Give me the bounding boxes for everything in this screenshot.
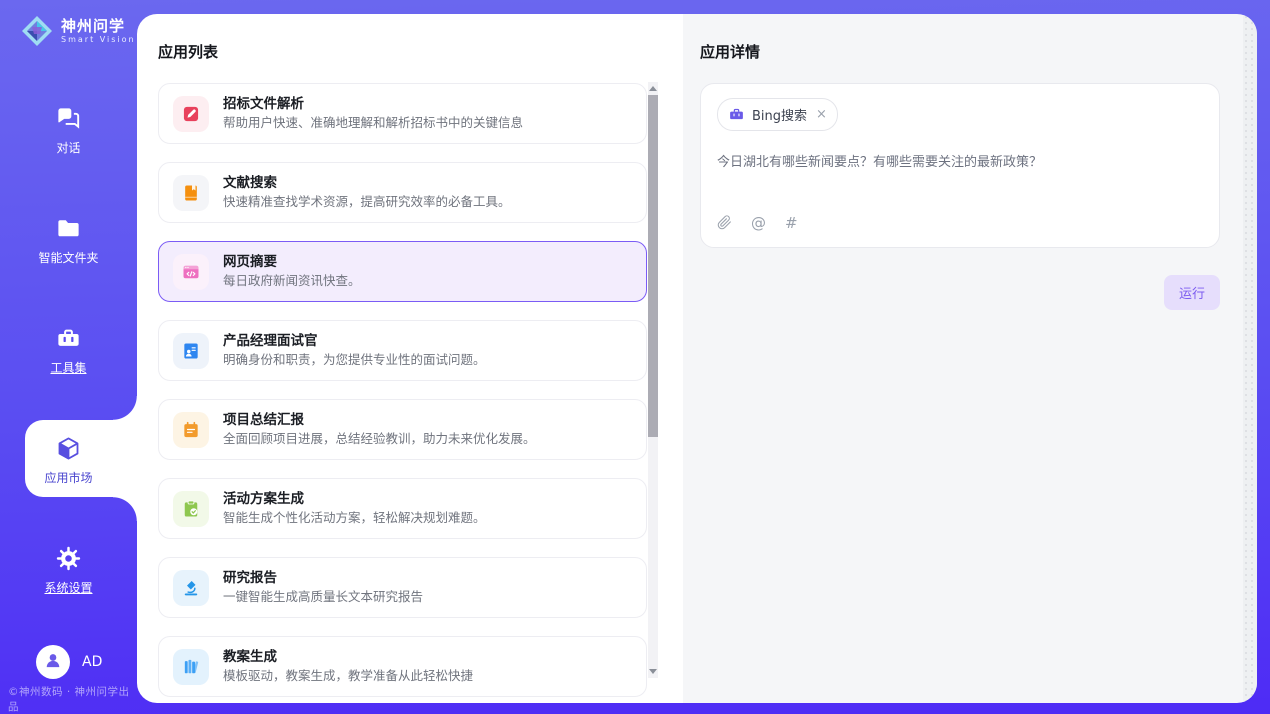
prompt-input[interactable]: 今日湖北有哪些新闻要点？有哪些需要关注的最新政策？: [717, 153, 1203, 205]
app-card-title: 招标文件解析: [223, 95, 523, 115]
scrollbar-thumb[interactable]: [648, 95, 658, 437]
app-card-desc: 帮助用户快速、准确地理解和解析招标书中的关键信息: [223, 114, 523, 132]
run-row: 运行: [700, 275, 1220, 310]
brand-tagline: Smart Vision: [61, 35, 136, 44]
app-card-2[interactable]: 文献搜索快速精准查找学术资源，提高研究效率的必备工具。: [158, 162, 647, 223]
gem-logo-icon: [20, 14, 54, 48]
chat-icon: [55, 105, 82, 132]
app-card-desc: 模板驱动，教案生成，教学准备从此轻松快捷: [223, 667, 473, 685]
app-card-desc: 智能生成个性化活动方案，轻松解决规划难题。: [223, 509, 486, 527]
gear-icon: [55, 545, 82, 572]
app-card-title: 研究报告: [223, 569, 423, 589]
scrollbar[interactable]: [648, 82, 658, 678]
app-list-panel: 应用列表 招标文件解析帮助用户快速、准确地理解和解析招标书中的关键信息文献搜索快…: [137, 14, 683, 703]
app-card-title: 网页摘要: [223, 253, 361, 273]
user-initials: AD: [82, 654, 102, 670]
sidebar-item-label: 对话: [56, 139, 80, 156]
scroll-down-arrow-icon[interactable]: [649, 669, 657, 674]
run-button[interactable]: 运行: [1164, 275, 1220, 310]
app-detail-title: 应用详情: [700, 41, 1257, 62]
app-card-title: 教案生成: [223, 648, 473, 668]
folder-icon: [55, 215, 82, 242]
notebook-icon: [173, 412, 209, 448]
sidebar-item-label: 智能文件夹: [38, 249, 98, 266]
microscope-icon: [173, 570, 209, 606]
app-card-5[interactable]: 项目总结汇报全面回顾项目进展，总结经验教训，助力未来优化发展。: [158, 399, 647, 460]
app-card-7[interactable]: 研究报告一键智能生成高质量长文本研究报告: [158, 557, 647, 618]
app-card-title: 产品经理面试官: [223, 332, 486, 352]
toolbox-icon: [55, 325, 82, 352]
sidebar-item-smart-folders[interactable]: 智能文件夹: [0, 215, 137, 277]
dot-texture-strip: [1243, 14, 1257, 703]
app-card-1[interactable]: 招标文件解析帮助用户快速、准确地理解和解析招标书中的关键信息: [158, 83, 647, 144]
user-row[interactable]: AD: [36, 645, 102, 679]
app-card-3[interactable]: 网页摘要每日政府新闻资讯快查。: [158, 241, 647, 302]
tool-chip-bing-search[interactable]: Bing搜索 ×: [717, 98, 838, 131]
app-list: 招标文件解析帮助用户快速、准确地理解和解析招标书中的关键信息文献搜索快速精准查找…: [158, 83, 647, 697]
app-card-6[interactable]: 活动方案生成智能生成个性化活动方案，轻松解决规划难题。: [158, 478, 647, 539]
app-card-4[interactable]: 产品经理面试官明确身份和职责，为您提供专业性的面试问题。: [158, 320, 647, 381]
user-icon: [43, 650, 63, 674]
app-card-title: 活动方案生成: [223, 490, 486, 510]
paperclip-icon[interactable]: [717, 215, 732, 230]
interview-icon: [173, 333, 209, 369]
prompt-toolbar: @ #: [717, 213, 1203, 232]
sidebar: 神州问学 Smart Vision 对话智能文件夹工具集应用市场系统设置 AD …: [0, 0, 137, 714]
copyright-text: ©神州数码 · 神州问学出品: [8, 684, 138, 714]
app-card-desc: 快速精准查找学术资源，提高研究效率的必备工具。: [223, 193, 511, 211]
sidebar-item-chat[interactable]: 对话: [0, 105, 137, 167]
sidebar-nav: 对话智能文件夹工具集应用市场系统设置: [0, 105, 137, 607]
edit-icon: [173, 96, 209, 132]
app-card-8[interactable]: 教案生成模板驱动，教案生成，教学准备从此轻松快捷: [158, 636, 647, 697]
app-card-desc: 明确身份和职责，为您提供专业性的面试问题。: [223, 351, 486, 369]
scroll-up-arrow-icon[interactable]: [649, 86, 657, 91]
books-icon: [173, 649, 209, 685]
main-content: 应用列表 招标文件解析帮助用户快速、准确地理解和解析招标书中的关键信息文献搜索快…: [137, 14, 1257, 703]
app-list-title: 应用列表: [158, 41, 683, 62]
hash-icon[interactable]: #: [785, 213, 798, 232]
prompt-card: Bing搜索 × 今日湖北有哪些新闻要点？有哪些需要关注的最新政策？ @ #: [700, 83, 1220, 248]
cube-icon: [55, 435, 82, 462]
at-icon[interactable]: @: [751, 213, 766, 232]
app-card-title: 文献搜索: [223, 174, 511, 194]
sidebar-item-toolset[interactable]: 工具集: [0, 325, 137, 387]
avatar[interactable]: [36, 645, 70, 679]
briefcase-icon: [728, 106, 745, 123]
browser-code-icon: [173, 254, 209, 290]
sidebar-item-settings[interactable]: 系统设置: [0, 545, 137, 607]
app-detail-panel: 应用详情 Bing搜索 × 今日湖北有哪些新闻要点？有哪些需要关注的最新政策？ …: [683, 14, 1257, 703]
book-icon: [173, 175, 209, 211]
tool-chip-label: Bing搜索: [752, 105, 807, 124]
app-card-desc: 全面回顾项目进展，总结经验教训，助力未来优化发展。: [223, 430, 536, 448]
sidebar-item-label: 系统设置: [44, 579, 92, 596]
chip-close-icon[interactable]: ×: [816, 108, 827, 121]
brand: 神州问学 Smart Vision: [20, 14, 136, 48]
sidebar-item-app-market[interactable]: 应用市场: [0, 435, 137, 497]
clipboard-check-icon: [173, 491, 209, 527]
app-card-title: 项目总结汇报: [223, 411, 536, 431]
sidebar-item-label: 工具集: [50, 359, 86, 376]
sidebar-item-label: 应用市场: [44, 469, 92, 486]
app-card-desc: 一键智能生成高质量长文本研究报告: [223, 588, 423, 606]
app-card-desc: 每日政府新闻资讯快查。: [223, 272, 361, 290]
brand-name: 神州问学: [61, 18, 136, 35]
